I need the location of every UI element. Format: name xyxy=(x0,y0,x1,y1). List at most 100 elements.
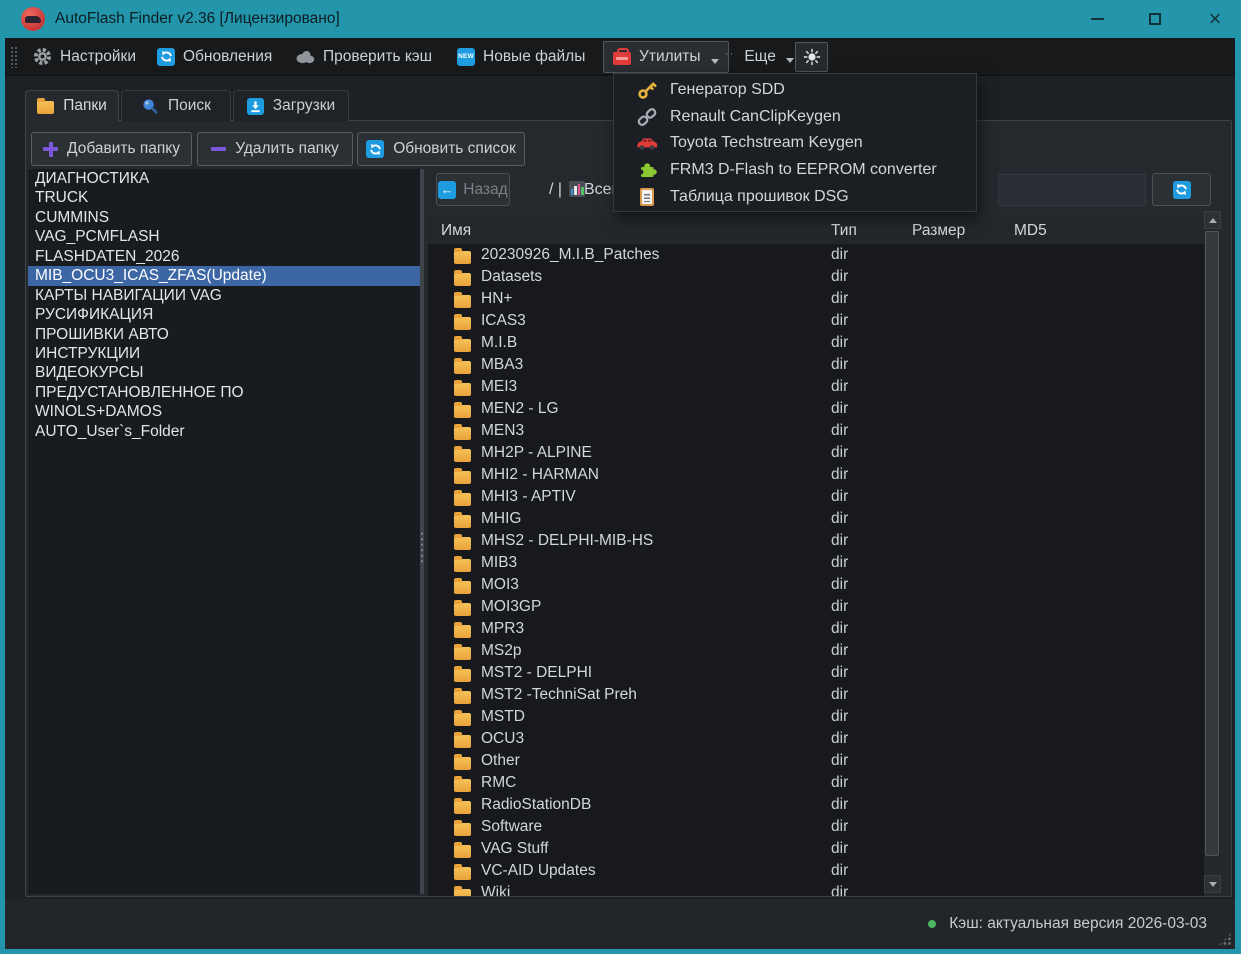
filter-input[interactable] xyxy=(998,174,1146,206)
table-row[interactable]: VC-AID Updates dir xyxy=(428,860,1204,882)
cloud-icon xyxy=(295,49,315,64)
folder-list-item[interactable]: ПРОШИВКИ АВТО xyxy=(28,325,420,344)
table-row[interactable]: Wiki dir xyxy=(428,882,1204,896)
refresh-browser-button[interactable] xyxy=(1152,173,1211,206)
row-name: MEN3 xyxy=(481,422,524,440)
column-header-name[interactable]: Имя xyxy=(441,218,471,244)
folder-list-item[interactable]: ИНСТРУКЦИИ xyxy=(28,344,420,363)
row-name: RadioStationDB xyxy=(481,796,591,814)
vertical-scrollbar[interactable] xyxy=(1204,211,1221,893)
table-row[interactable]: MPR3 dir xyxy=(428,618,1204,640)
table-row[interactable]: ICAS3 dir xyxy=(428,310,1204,332)
utilities-button[interactable]: Утилиты xyxy=(603,41,729,73)
theme-toggle-button[interactable] xyxy=(795,42,828,72)
folder-icon xyxy=(454,603,471,616)
table-row[interactable]: MSTD dir xyxy=(428,706,1204,728)
table-row[interactable]: MEN2 - LG dir xyxy=(428,398,1204,420)
table-row[interactable]: RadioStationDB dir xyxy=(428,794,1204,816)
row-name: MOI3GP xyxy=(481,598,541,616)
table-row[interactable]: MST2 -TechniSat Preh dir xyxy=(428,684,1204,706)
folder-list-item[interactable]: VAG_PCMFLASH xyxy=(28,227,420,246)
table-row[interactable]: 20230926_M.I.B_Patches dir xyxy=(428,244,1204,266)
menu-item-sdd-generator[interactable]: Генератор SDD xyxy=(614,77,976,104)
refresh-list-button[interactable]: Обновить список xyxy=(357,132,525,166)
folder-list-item[interactable]: CUMMINS xyxy=(28,208,420,227)
tab-folders[interactable]: Папки xyxy=(25,90,119,121)
table-row[interactable]: MHI3 - APTIV dir xyxy=(428,486,1204,508)
row-type: dir xyxy=(831,334,848,352)
table-row[interactable]: MEI3 dir xyxy=(428,376,1204,398)
minimize-button[interactable] xyxy=(1079,0,1115,38)
updates-button[interactable]: Обновления xyxy=(157,38,272,75)
check-cache-label: Проверить кэш xyxy=(323,48,432,66)
table-row[interactable]: OCU3 dir xyxy=(428,728,1204,750)
maximize-button[interactable] xyxy=(1137,0,1173,38)
window-title: AutoFlash Finder v2.36 [Лицензировано] xyxy=(55,0,340,38)
table-row[interactable]: MHS2 - DELPHI-MIB-HS dir xyxy=(428,530,1204,552)
back-button[interactable]: ← Назад xyxy=(436,173,510,206)
scroll-down-button[interactable] xyxy=(1204,875,1221,893)
table-row[interactable]: MOI3 dir xyxy=(428,574,1204,596)
table-row[interactable]: MIB3 dir xyxy=(428,552,1204,574)
menu-item-frm3-converter[interactable]: FRM3 D-Flash to EEPROM converter xyxy=(614,157,976,184)
folder-list-item[interactable]: FLASHDATEN_2026 xyxy=(28,247,420,266)
close-icon: × xyxy=(1209,9,1222,29)
folder-list-item[interactable]: WINOLS+DAMOS xyxy=(28,402,420,421)
check-cache-button[interactable]: Проверить кэш xyxy=(295,38,432,75)
row-type: dir xyxy=(831,510,848,528)
folder-icon xyxy=(454,889,471,896)
column-header-type[interactable]: Тип xyxy=(831,218,857,244)
tab-search[interactable]: Поиск xyxy=(121,90,231,121)
utilities-label: Утилиты xyxy=(639,48,701,66)
table-row[interactable]: Software dir xyxy=(428,816,1204,838)
menu-item-toyota-keygen[interactable]: Toyota Techstream Keygen xyxy=(614,130,976,157)
toolbar-grip-handle[interactable] xyxy=(10,46,18,68)
tab-downloads[interactable]: Загрузки xyxy=(233,90,349,121)
folder-list-item[interactable]: MIB_OCU3_ICAS_ZFAS(Update) xyxy=(28,266,420,285)
menu-item-renault-keygen[interactable]: Renault CanClipKeygen xyxy=(614,104,976,131)
folder-list-item[interactable]: AUTO_User`s_Folder xyxy=(28,422,420,441)
row-name: MH2P - ALPINE xyxy=(481,444,592,462)
menu-item-dsg-firmware-table[interactable]: Таблица прошивок DSG xyxy=(614,183,976,210)
panel-splitter[interactable] xyxy=(420,169,424,894)
table-row[interactable]: MS2p dir xyxy=(428,640,1204,662)
add-folder-button[interactable]: Добавить папку xyxy=(31,132,192,166)
back-label: Назад xyxy=(463,181,507,199)
folder-list-item[interactable]: ВИДЕОКУРСЫ xyxy=(28,363,420,382)
folder-list-item[interactable]: ДИАГНОСТИКА xyxy=(28,169,420,188)
table-row[interactable]: MHI2 - HARMAN dir xyxy=(428,464,1204,486)
table-row[interactable]: VAG Stuff dir xyxy=(428,838,1204,860)
table-row[interactable]: HN+ dir xyxy=(428,288,1204,310)
column-header-md5[interactable]: MD5 xyxy=(1014,218,1047,244)
folder-list-item[interactable]: РУСИФИКАЦИЯ xyxy=(28,305,420,324)
scrollbar-thumb[interactable] xyxy=(1205,231,1219,856)
table-row[interactable]: Datasets dir xyxy=(428,266,1204,288)
splitter-grip-icon xyxy=(420,531,424,563)
folder-list-item[interactable]: ПРЕДУСТАНОВЛЕННОЕ ПО xyxy=(28,383,420,402)
column-header-size[interactable]: Размер xyxy=(912,218,965,244)
row-name: VC-AID Updates xyxy=(481,862,596,880)
table-row[interactable]: MST2 - DELPHI dir xyxy=(428,662,1204,684)
toolbar: Настройки Обновления Проверить кэш xyxy=(5,38,1235,76)
table-row[interactable]: MOI3GP dir xyxy=(428,596,1204,618)
remove-folder-button[interactable]: Удалить папку xyxy=(197,132,353,166)
table-row[interactable]: MH2P - ALPINE dir xyxy=(428,442,1204,464)
table-row[interactable]: Other dir xyxy=(428,750,1204,772)
table-row[interactable]: RMC dir xyxy=(428,772,1204,794)
folder-icon xyxy=(454,471,471,484)
row-type: dir xyxy=(831,290,848,308)
table-row[interactable]: MHIG dir xyxy=(428,508,1204,530)
row-type: dir xyxy=(831,862,848,880)
table-row[interactable]: MBA3 dir xyxy=(428,354,1204,376)
more-button[interactable]: ·· Еще xyxy=(725,38,794,75)
new-files-button[interactable]: NEW Новые файлы xyxy=(457,38,585,75)
table-row[interactable]: MEN3 dir xyxy=(428,420,1204,442)
scroll-up-button[interactable] xyxy=(1204,211,1221,229)
row-type: dir xyxy=(831,422,848,440)
close-button[interactable]: × xyxy=(1197,0,1233,38)
folder-list-item[interactable]: КАРТЫ НАВИГАЦИИ VAG xyxy=(28,286,420,305)
table-row[interactable]: M.I.B dir xyxy=(428,332,1204,354)
settings-button[interactable]: Настройки xyxy=(33,38,136,75)
title-bar: AutoFlash Finder v2.36 [Лицензировано] × xyxy=(0,0,1241,38)
folder-list-item[interactable]: TRUCK xyxy=(28,188,420,207)
